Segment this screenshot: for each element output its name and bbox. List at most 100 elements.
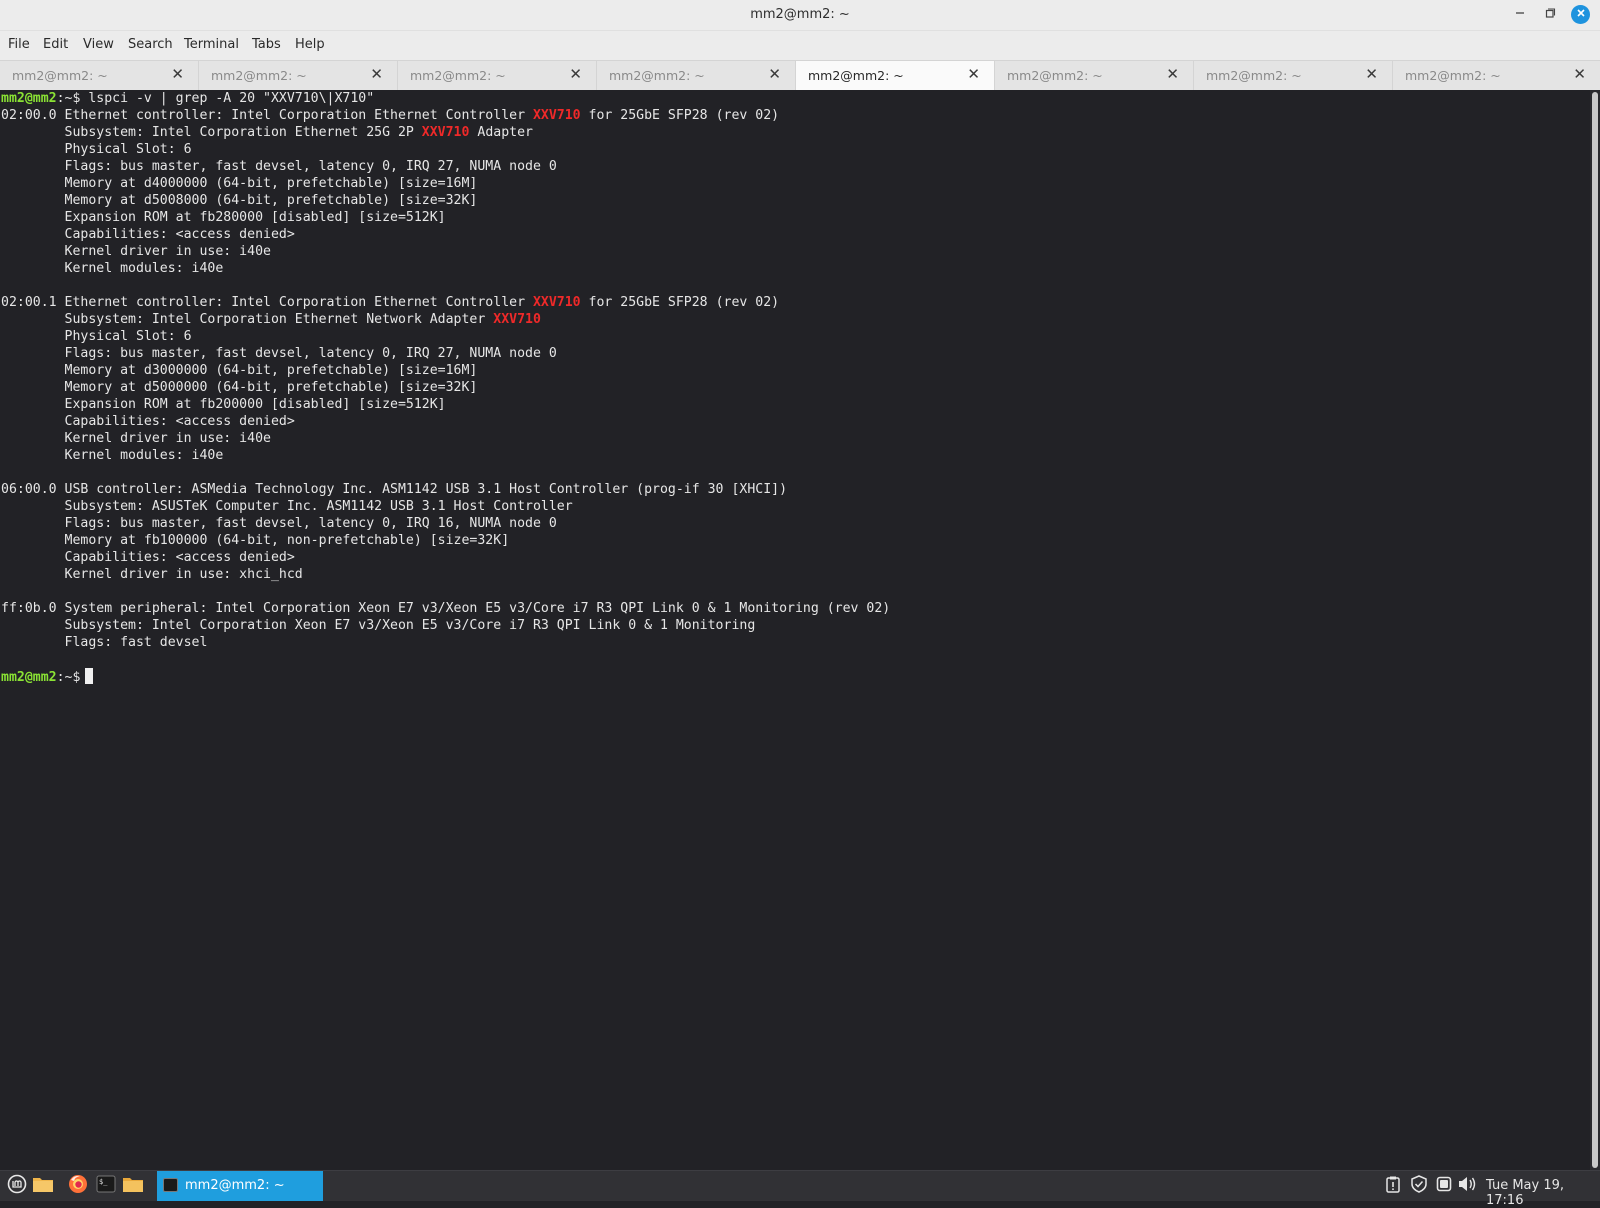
menu-edit[interactable]: Edit	[43, 37, 68, 52]
terminal-text-segment: Flags: bus master, fast devsel, latency …	[1, 159, 557, 174]
terminal-line: Subsystem: Intel Corporation Ethernet 25…	[1, 124, 890, 141]
terminal-line: Memory at d5000000 (64-bit, prefetchable…	[1, 379, 890, 396]
clipboard-tray[interactable]	[1384, 1175, 1402, 1197]
terminal-line: 06:00.0 USB controller: ASMedia Technolo…	[1, 481, 890, 498]
menu-tabs[interactable]: Tabs	[252, 37, 281, 52]
terminal-scrollbar[interactable]	[1590, 90, 1600, 1170]
terminal-text-segment: Memory at d5000000 (64-bit, prefetchable…	[1, 380, 478, 395]
menu-view[interactable]: View	[83, 37, 114, 52]
tab-label: mm2@mm2: ~	[1007, 68, 1103, 83]
terminal-text: mm2@mm2:~$ lspci -v | grep -A 20 "XXV710…	[0, 90, 890, 685]
terminal-text-segment: Subsystem: Intel Corporation Xeon E7 v3/…	[1, 618, 756, 633]
terminal-text-segment: Capabilities: <access denied>	[1, 550, 295, 565]
terminal-text-segment: 06:00.0 USB controller: ASMedia Technolo…	[1, 482, 788, 497]
terminal-text-segment: Flags: bus master, fast devsel, latency …	[1, 346, 557, 361]
clipboard-icon	[1385, 1175, 1401, 1197]
taskbar-window-terminal[interactable]: mm2@mm2: ~	[157, 1171, 323, 1201]
terminal-launcher[interactable]: $_	[95, 1175, 117, 1197]
tab-label: mm2@mm2: ~	[211, 68, 307, 83]
close-button[interactable]	[1571, 5, 1590, 24]
scrollbar-thumb[interactable]	[1592, 92, 1598, 1168]
menu-file[interactable]: File	[8, 37, 30, 52]
firefox-launcher[interactable]	[67, 1175, 89, 1197]
terminal-line: Capabilities: <access denied>	[1, 226, 890, 243]
drive-tray[interactable]	[1435, 1176, 1453, 1196]
tab[interactable]: mm2@mm2: ~ ✕	[1393, 61, 1600, 90]
terminal-line: Kernel modules: i40e	[1, 447, 890, 464]
tab-bar: mm2@mm2: ~ ✕ mm2@mm2: ~ ✕ mm2@mm2: ~ ✕ m…	[0, 60, 1600, 91]
terminal-line: Flags: fast devsel	[1, 634, 890, 651]
files-launcher[interactable]	[32, 1175, 54, 1197]
tab-close-icon[interactable]: ✕	[569, 65, 582, 83]
volume-tray[interactable]	[1458, 1177, 1476, 1195]
terminal-line: mm2@mm2:~$ lspci -v | grep -A 20 "XXV710…	[1, 90, 890, 107]
minimize-button[interactable]	[1510, 5, 1530, 25]
tab[interactable]: mm2@mm2: ~ ✕	[1194, 61, 1393, 90]
tab-label: mm2@mm2: ~	[609, 68, 705, 83]
terminal-text-segment: Flags: bus master, fast devsel, latency …	[1, 516, 557, 531]
terminal-text-segment: Expansion ROM at fb280000 [disabled] [si…	[1, 210, 446, 225]
taskbar: $_ mm2@mm2: ~ Tue May 19, 17:16	[0, 1170, 1600, 1208]
menu-search[interactable]: Search	[128, 37, 173, 52]
tab[interactable]: mm2@mm2: ~ ✕	[398, 61, 597, 90]
terminal-line: Memory at fb100000 (64-bit, non-prefetch…	[1, 532, 890, 549]
tab[interactable]: mm2@mm2: ~ ✕	[0, 61, 199, 90]
terminal-line: Subsystem: Intel Corporation Ethernet Ne…	[1, 311, 890, 328]
menu-help[interactable]: Help	[295, 37, 325, 52]
window-title: mm2@mm2: ~	[750, 7, 850, 22]
mint-menu-button[interactable]	[6, 1174, 28, 1198]
tab[interactable]: mm2@mm2: ~ ✕	[597, 61, 796, 90]
grep-match: XXV710	[493, 312, 541, 327]
prompt-user-host: mm2@mm2	[1, 91, 57, 106]
tab[interactable]: mm2@mm2: ~ ✕	[199, 61, 398, 90]
terminal-text-segment: 02:00.1 Ethernet controller: Intel Corpo…	[1, 295, 533, 310]
tab-close-icon[interactable]: ✕	[171, 65, 184, 83]
terminal-line: Subsystem: ASUSTeK Computer Inc. ASM1142…	[1, 498, 890, 515]
tab-close-icon[interactable]: ✕	[370, 65, 383, 83]
terminal-text-segment: Subsystem: ASUSTeK Computer Inc. ASM1142…	[1, 499, 573, 514]
menu-terminal[interactable]: Terminal	[184, 37, 239, 52]
terminal-line: Kernel modules: i40e	[1, 260, 890, 277]
terminal-text-segment: Memory at d3000000 (64-bit, prefetchable…	[1, 363, 478, 378]
tab-close-icon[interactable]: ✕	[1573, 65, 1586, 83]
svg-text:$_: $_	[99, 1178, 108, 1186]
folder-icon	[122, 1174, 144, 1198]
removable-drive-icon	[1436, 1176, 1452, 1196]
tab[interactable]: mm2@mm2: ~ ✕	[995, 61, 1194, 90]
window-titlebar[interactable]: mm2@mm2: ~	[0, 0, 1600, 31]
terminal-line: Flags: bus master, fast devsel, latency …	[1, 515, 890, 532]
menu-bar: File Edit View Search Terminal Tabs Help	[0, 31, 1600, 60]
prompt-user-host: mm2@mm2	[1, 670, 57, 685]
terminal-text-segment: Kernel driver in use: i40e	[1, 244, 271, 259]
minimize-icon	[1514, 7, 1526, 23]
tab-close-icon[interactable]: ✕	[768, 65, 781, 83]
terminal-text-segment: Memory at d4000000 (64-bit, prefetchable…	[1, 176, 478, 191]
tab-close-icon[interactable]: ✕	[1166, 65, 1179, 83]
terminal-line: Memory at d5008000 (64-bit, prefetchable…	[1, 192, 890, 209]
terminal-text-segment: Adapter	[469, 125, 533, 140]
terminal-line: Memory at d4000000 (64-bit, prefetchable…	[1, 175, 890, 192]
shield-tray[interactable]	[1410, 1175, 1428, 1195]
terminal-text-segment: for 25GbE SFP28 (rev 02)	[580, 108, 780, 123]
tab-label: mm2@mm2: ~	[1206, 68, 1302, 83]
mint-menu-icon	[7, 1174, 27, 1198]
terminal-cursor	[85, 668, 94, 684]
tab-active[interactable]: mm2@mm2: ~ ✕	[796, 61, 995, 91]
terminal-line: Physical Slot: 6	[1, 328, 890, 345]
folder-launcher[interactable]	[122, 1175, 144, 1197]
clock[interactable]: Tue May 19, 17:16	[1486, 1178, 1600, 1208]
tab-close-icon[interactable]: ✕	[1365, 65, 1378, 83]
grep-match: XXV710	[421, 125, 470, 140]
terminal-output[interactable]: mm2@mm2:~$ lspci -v | grep -A 20 "XXV710…	[0, 90, 1590, 1170]
terminal-text-segment: Physical Slot: 6	[1, 329, 192, 344]
terminal-text-segment: Capabilities: <access denied>	[1, 414, 295, 429]
terminal-line: 02:00.1 Ethernet controller: Intel Corpo…	[1, 294, 890, 311]
tab-close-icon[interactable]: ✕	[967, 65, 980, 83]
terminal-line: Capabilities: <access denied>	[1, 549, 890, 566]
terminal-text-segment: Capabilities: <access denied>	[1, 227, 295, 242]
maximize-button[interactable]	[1540, 5, 1560, 25]
